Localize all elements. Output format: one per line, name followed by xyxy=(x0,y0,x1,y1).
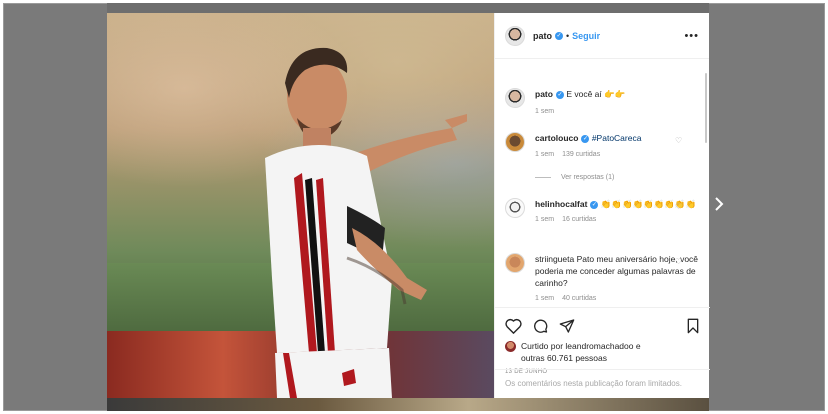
comment-meta: 1 sem 16 curtidas xyxy=(535,216,700,223)
like-comment-icon[interactable]: ♡ xyxy=(675,203,682,211)
player-figure xyxy=(265,47,467,398)
comments-list[interactable]: pato ✓ E você aí 👉👉 1 sem cartolouco ✓ #Pa… xyxy=(495,71,710,307)
view-replies-label: Ver respostas (1) xyxy=(561,174,615,181)
comment-meta: 1 sem xyxy=(535,108,700,115)
avatar[interactable] xyxy=(505,198,525,218)
verified-icon: ✓ xyxy=(555,31,563,40)
comment-item: cartolouco ✓ #PatoCareca 1 sem 139 curtida… xyxy=(505,132,700,158)
comment-likes[interactable]: 16 curtidas xyxy=(562,216,596,223)
verified-icon: ✓ xyxy=(581,134,590,143)
comment-time[interactable]: 1 sem xyxy=(535,295,554,302)
more-options-icon[interactable]: ••• xyxy=(684,30,699,42)
comment-item: striingueta Pato meu aniversário hoje, v… xyxy=(505,253,700,302)
liked-by[interactable]: Curtido por leandromachadoo e outras 60.… xyxy=(505,340,700,364)
post-modal: pato ✓ • Seguir ••• pato ✓ E você aí 👉👉 1… xyxy=(107,13,710,398)
liked-by-middle: e xyxy=(633,341,641,351)
post-photo[interactable] xyxy=(107,13,494,398)
comment-meta: 1 sem 40 curtidas xyxy=(535,295,700,302)
liker-avatar[interactable] xyxy=(505,341,516,352)
chevron-right-icon[interactable] xyxy=(714,196,728,216)
comment-time[interactable]: 1 sem xyxy=(535,108,554,115)
comment-likes[interactable]: 139 curtidas xyxy=(562,151,600,158)
avatar[interactable] xyxy=(505,25,525,46)
liked-by-prefix: Curtido por xyxy=(521,341,566,351)
comment-username[interactable]: helinhocalfat xyxy=(535,199,587,209)
comment-likes[interactable]: 40 curtidas xyxy=(562,295,596,302)
like-comment-icon[interactable]: ♡ xyxy=(675,258,682,266)
post-username[interactable]: pato xyxy=(533,31,552,41)
comment-meta: 1 sem 139 curtidas xyxy=(535,151,700,158)
likes-count[interactable]: outras 60.761 pessoas xyxy=(521,353,607,363)
view-replies-button[interactable]: Ver respostas (1) xyxy=(535,174,614,181)
comment-username[interactable]: pato xyxy=(535,89,553,99)
comment-icon[interactable] xyxy=(532,318,549,334)
comment-item: pato ✓ E você aí 👉👉 1 sem xyxy=(505,88,700,115)
comment-item: helinhocalfat ✓ 👏👏👏👏👏👏👏👏👏 1 sem 16 curtida… xyxy=(505,198,700,223)
background-post-strip-bottom xyxy=(107,398,709,411)
replies-line xyxy=(535,177,551,178)
comment-time[interactable]: 1 sem xyxy=(535,151,554,158)
comment-time[interactable]: 1 sem xyxy=(535,216,554,223)
comment-username[interactable]: cartolouco xyxy=(535,133,578,143)
bookmark-icon[interactable] xyxy=(686,318,700,334)
heart-icon[interactable] xyxy=(505,318,522,334)
avatar[interactable] xyxy=(505,88,525,108)
avatar[interactable] xyxy=(505,253,525,273)
liker-username[interactable]: leandromachadoo xyxy=(565,341,633,351)
action-icons xyxy=(505,316,700,336)
comment-username[interactable]: striingueta xyxy=(535,254,574,264)
share-icon[interactable] xyxy=(559,318,575,334)
verified-icon: ✓ xyxy=(590,200,599,209)
liked-by-text: Curtido por leandromachadoo e outras 60.… xyxy=(521,340,641,364)
post-header: pato ✓ • Seguir ••• xyxy=(495,13,709,59)
like-comment-icon[interactable]: ♡ xyxy=(675,137,682,145)
comments-limited-note: Os comentários nesta publicação foram li… xyxy=(495,369,710,398)
comment-body: pato ✓ E você aí 👉👉 xyxy=(535,88,700,100)
comments-scrollbar[interactable] xyxy=(705,73,707,143)
comment-text[interactable]: #PatoCareca xyxy=(592,133,642,143)
verified-icon: ✓ xyxy=(555,90,564,99)
follow-button[interactable]: Seguir xyxy=(572,31,600,41)
post-side-panel: pato ✓ • Seguir ••• pato ✓ E você aí 👉👉 1… xyxy=(494,13,710,398)
separator-dot: • xyxy=(566,30,570,41)
background-post-strip xyxy=(107,3,709,13)
avatar[interactable] xyxy=(505,132,525,152)
comment-text: E você aí 👉👉 xyxy=(566,89,626,99)
